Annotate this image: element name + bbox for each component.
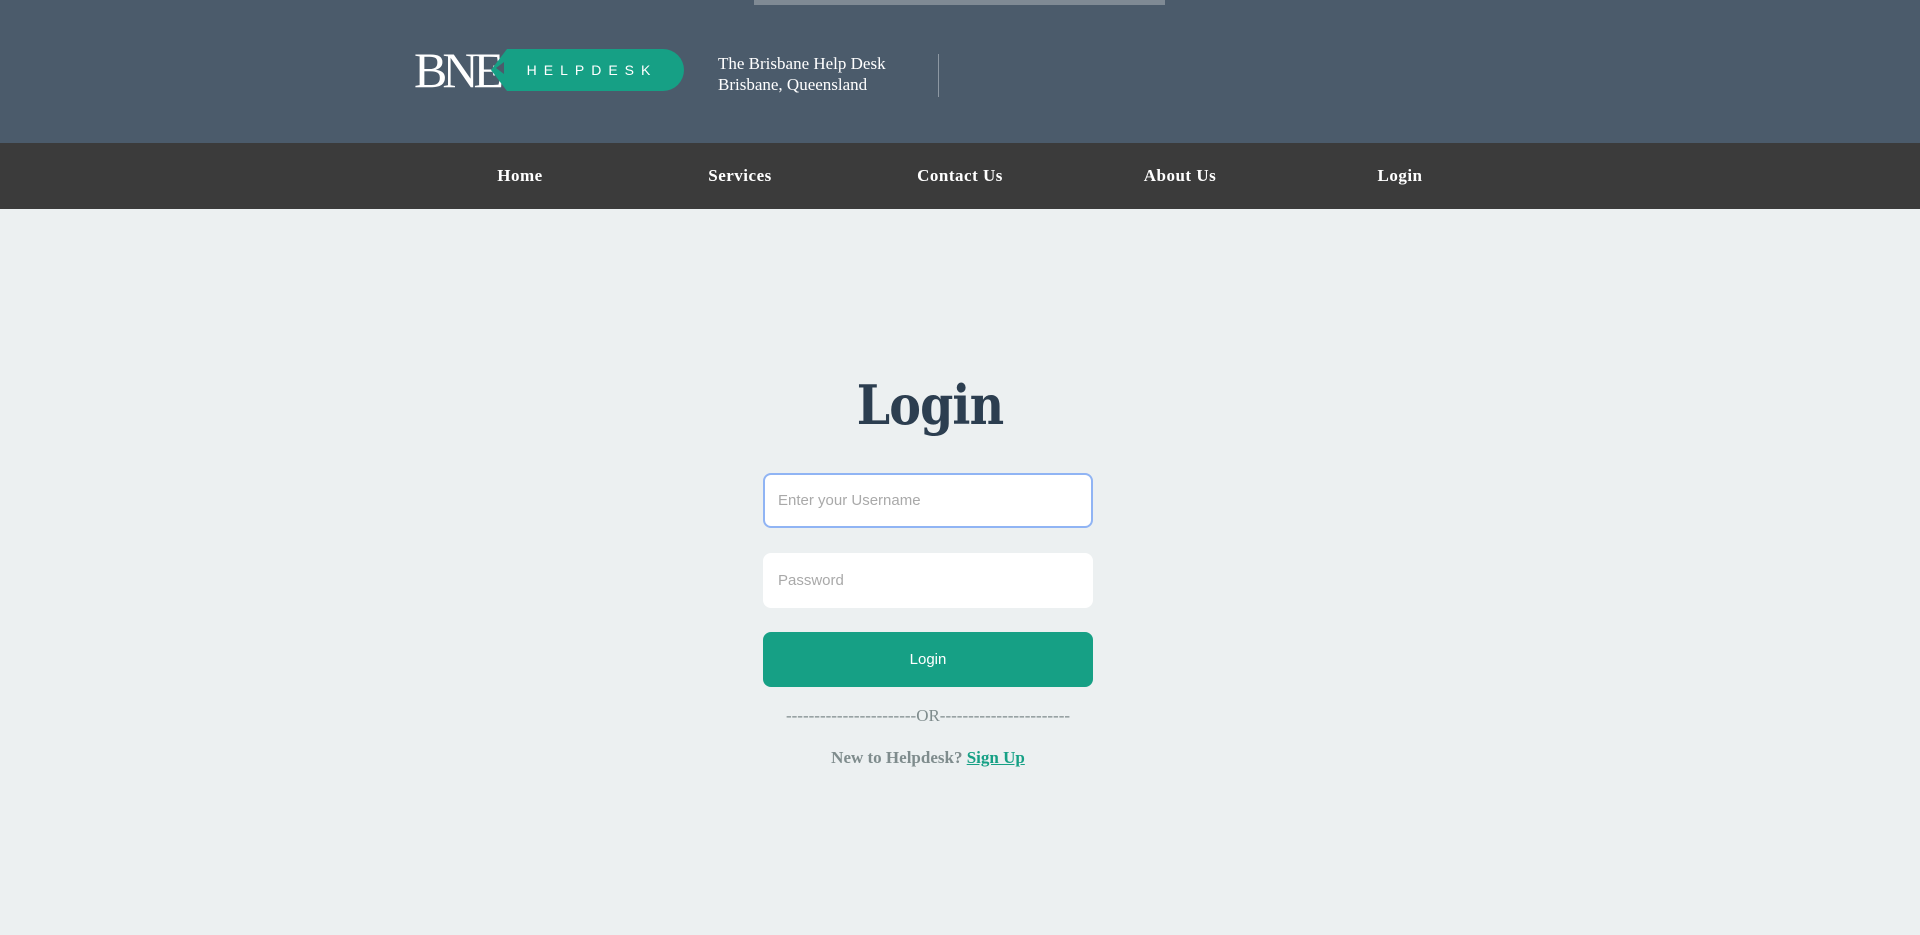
tagline-title: The Brisbane Help Desk (718, 54, 886, 73)
password-input[interactable] (763, 553, 1093, 608)
logo-bne-text: BNE (414, 42, 504, 98)
nav-item-contact-us[interactable]: Contact Us (880, 143, 1040, 209)
site-header: BNE HELPDESK The Brisbane Help Desk Bris… (0, 0, 1920, 143)
header-top-bar (754, 0, 1165, 5)
logo-helpdesk-badge: HELPDESK (491, 49, 684, 91)
login-button[interactable]: Login (763, 632, 1093, 687)
signup-prompt-text: New to Helpdesk? (831, 748, 963, 767)
username-input[interactable] (763, 473, 1093, 528)
signup-link[interactable]: Sign Up (967, 748, 1025, 767)
page-title: Login (856, 373, 1004, 437)
tagline-location: Brisbane, Queensland (718, 75, 868, 94)
bne-helpdesk-logo[interactable]: BNE HELPDESK (414, 42, 684, 98)
main-nav: Home Services Contact Us About Us Login (0, 143, 1920, 209)
nav-item-about-us[interactable]: About Us (1100, 143, 1260, 209)
logo-helpdesk-text: HELPDESK (526, 62, 658, 78)
logo-notch (496, 62, 504, 74)
header-divider (938, 54, 939, 97)
nav-item-login[interactable]: Login (1320, 143, 1480, 209)
site-tagline: The Brisbane Help Desk Brisbane, Queensl… (718, 53, 886, 95)
or-separator: -----------------------OR---------------… (785, 706, 1071, 725)
signup-prompt-row: New to Helpdesk? Sign Up (763, 748, 1093, 768)
nav-item-home[interactable]: Home (440, 143, 600, 209)
nav-item-services[interactable]: Services (660, 143, 820, 209)
